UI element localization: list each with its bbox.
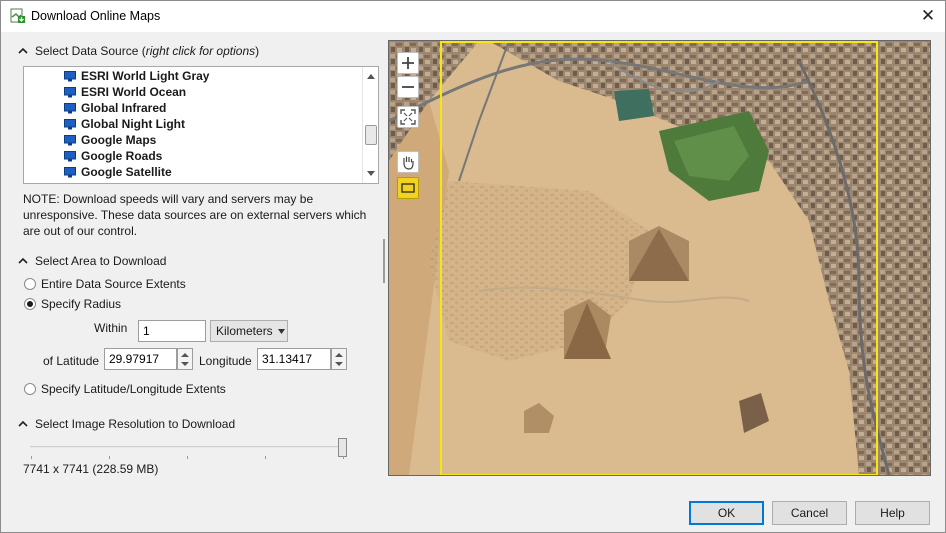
slider-tick — [109, 456, 110, 459]
zoom-in-icon — [402, 57, 414, 69]
list-scrollbar[interactable] — [362, 67, 378, 183]
radio-specify-radius[interactable]: Specify Radius — [24, 296, 121, 312]
list-item[interactable]: Google Roads — [64, 148, 162, 164]
spin-up-icon[interactable] — [181, 352, 189, 358]
units-dropdown[interactable]: Kilometers — [210, 320, 288, 342]
title-bar: Download Online Maps ✕ — [1, 1, 945, 32]
area-heading: Select Area to Download — [35, 254, 167, 268]
satellite-imagery — [389, 41, 930, 475]
spin-down-icon[interactable] — [335, 361, 343, 367]
close-button[interactable]: ✕ — [913, 3, 943, 29]
radio-button-checked[interactable] — [24, 298, 36, 310]
area-section-header[interactable]: Select Area to Download — [18, 253, 166, 269]
map-preview[interactable] — [388, 40, 931, 476]
monitor-icon — [64, 102, 76, 113]
latitude-label: of Latitude — [43, 354, 100, 368]
monitor-icon — [64, 150, 76, 161]
zoom-out-button[interactable] — [397, 76, 419, 98]
monitor-icon — [64, 134, 76, 145]
resolution-value: 7741 x 7741 (228.59 MB) — [23, 462, 159, 476]
zoom-in-button[interactable] — [397, 52, 419, 74]
zoom-extents-icon — [400, 109, 416, 125]
radius-input[interactable] — [138, 320, 206, 342]
app-map-icon — [10, 8, 25, 23]
ok-button[interactable]: OK — [689, 501, 764, 525]
latitude-spinner[interactable] — [177, 348, 193, 370]
scrollbar-thumb[interactable] — [365, 125, 377, 145]
slider-tick — [265, 456, 266, 459]
monitor-icon — [64, 166, 76, 177]
download-online-maps-dialog: Download Online Maps ✕ Select Data Sourc… — [0, 0, 946, 533]
zoom-extents-button[interactable] — [397, 106, 419, 128]
longitude-label: Longitude — [199, 354, 252, 368]
slider-tick — [343, 456, 344, 459]
longitude-spinner[interactable] — [331, 348, 347, 370]
list-item[interactable]: Global Infrared — [64, 100, 166, 116]
select-rectangle-icon — [401, 183, 415, 193]
help-button[interactable]: Help — [855, 501, 930, 525]
resolution-section-header[interactable]: Select Image Resolution to Download — [18, 416, 235, 432]
select-rectangle-button[interactable] — [397, 177, 419, 199]
cancel-button[interactable]: Cancel — [772, 501, 847, 525]
monitor-icon — [64, 118, 76, 129]
resolution-slider-thumb[interactable] — [338, 438, 347, 457]
list-item[interactable]: ESRI World Light Gray — [64, 68, 209, 84]
slider-tick — [31, 456, 32, 459]
monitor-icon — [64, 70, 76, 81]
radio-entire-extents[interactable]: Entire Data Source Extents — [24, 276, 186, 292]
download-speed-note: NOTE: Download speeds will vary and serv… — [23, 192, 367, 238]
longitude-input[interactable] — [257, 348, 331, 370]
radio-button[interactable] — [24, 383, 36, 395]
data-source-section-header[interactable]: Select Data Source (right click for opti… — [18, 43, 259, 59]
data-source-heading: Select Data Source — [35, 44, 139, 58]
spin-up-icon[interactable] — [335, 352, 343, 358]
window-title: Download Online Maps — [31, 9, 161, 23]
radio-specify-latlon-extents[interactable]: Specify Latitude/Longitude Extents — [24, 381, 226, 397]
scroll-down-arrow-icon[interactable] — [366, 170, 376, 178]
radio-button[interactable] — [24, 278, 36, 290]
units-value: Kilometers — [216, 324, 273, 338]
list-item[interactable]: Global Night Light — [64, 116, 185, 132]
resolution-heading: Select Image Resolution to Download — [35, 417, 236, 431]
list-item[interactable]: Google Maps — [64, 132, 156, 148]
slider-tick — [187, 456, 188, 459]
caret-down-icon — [277, 328, 285, 334]
list-item[interactable]: ESRI World Ocean — [64, 84, 186, 100]
spin-down-icon[interactable] — [181, 361, 189, 367]
list-item-selected[interactable]: Google Satellite — [64, 164, 172, 180]
chevron-up-icon — [18, 47, 28, 54]
resolution-slider-track[interactable] — [30, 446, 346, 448]
panel-splitter-handle[interactable] — [383, 239, 385, 283]
zoom-out-icon — [402, 86, 414, 88]
latitude-input[interactable] — [104, 348, 177, 370]
monitor-icon — [64, 86, 76, 97]
data-source-list[interactable]: ESRI World Light Gray ESRI World Ocean G… — [23, 66, 379, 184]
chevron-up-icon — [18, 420, 28, 427]
within-label: Within — [94, 321, 128, 335]
scroll-up-arrow-icon[interactable] — [366, 72, 376, 80]
pan-hand-icon — [403, 156, 414, 170]
pan-button[interactable] — [397, 151, 419, 173]
data-source-hint: right click for options — [145, 44, 256, 58]
chevron-up-icon — [18, 257, 28, 264]
